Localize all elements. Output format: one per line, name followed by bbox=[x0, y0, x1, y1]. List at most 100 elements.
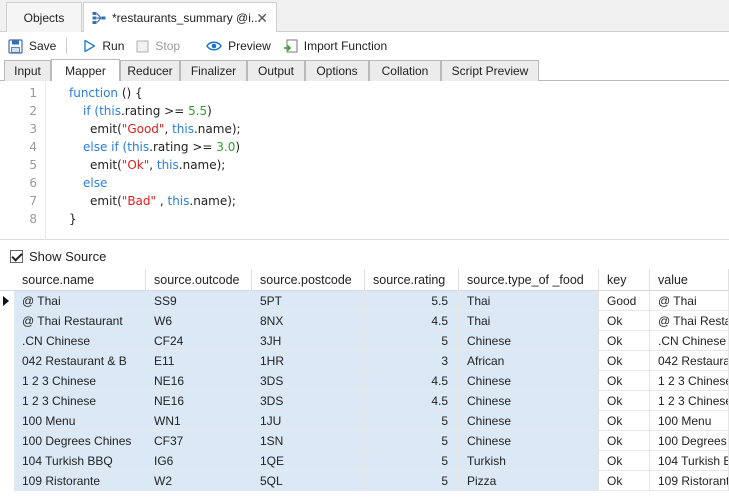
source-name-cell[interactable]: @ Thai Restaurant bbox=[14, 311, 146, 331]
row-indicator[interactable] bbox=[0, 291, 11, 311]
source-outcode-cell[interactable]: NE16 bbox=[146, 371, 252, 391]
table-row[interactable]: 042 Restaurant & B E11 1HR 3 African Ok 042 Re… bbox=[0, 351, 729, 371]
source-outcode-cell[interactable]: CF37 bbox=[146, 431, 252, 451]
source-name-cell[interactable]: 100 Degrees Chines bbox=[14, 431, 146, 451]
tab-reducer[interactable]: Reducer bbox=[120, 60, 180, 81]
key-cell[interactable]: Ok bbox=[599, 311, 650, 331]
source-postcode-cell[interactable]: 1JU bbox=[252, 411, 365, 431]
row-indicator[interactable] bbox=[0, 471, 11, 491]
tab-objects[interactable]: Objects bbox=[6, 2, 82, 32]
mapper-code-editor[interactable]: 1 2 3 4 5 6 7 8 function () { if (this.r… bbox=[0, 82, 729, 240]
close-icon[interactable]: ✕ bbox=[256, 10, 268, 27]
table-row[interactable]: @ Thai SS9 5PT 5.5 Thai Good @ Thai bbox=[0, 291, 729, 311]
table-row[interactable]: .CN Chinese CF24 3JH 5 Chinese Ok .CN Chinese bbox=[0, 331, 729, 351]
source-outcode-cell[interactable]: CF24 bbox=[146, 331, 252, 351]
table-row[interactable]: 1 2 3 Chinese NE16 3DS 4.5 Chinese Ok 1 2 3 Ch… bbox=[0, 391, 729, 411]
source-name-cell[interactable]: .CN Chinese bbox=[14, 331, 146, 351]
checkbox-checked-icon[interactable] bbox=[10, 249, 23, 263]
source-outcode-cell[interactable]: NE16 bbox=[146, 391, 252, 411]
key-cell[interactable]: Good bbox=[599, 291, 650, 311]
column-header[interactable]: source.rating bbox=[365, 269, 459, 291]
tab-script-preview[interactable]: Script Preview bbox=[441, 60, 539, 81]
row-indicator[interactable] bbox=[0, 351, 11, 371]
source-name-cell[interactable]: 1 2 3 Chinese bbox=[14, 371, 146, 391]
column-header[interactable]: source.name bbox=[14, 269, 146, 291]
row-indicator[interactable] bbox=[0, 391, 11, 411]
value-cell[interactable]: 104 Turkish BBQ bbox=[650, 451, 729, 471]
row-indicator[interactable] bbox=[0, 431, 11, 451]
tab-collation[interactable]: Collation bbox=[369, 60, 441, 81]
source-rating-cell[interactable]: 5.5 bbox=[365, 291, 459, 311]
table-row[interactable]: 100 Degrees Chines CF37 1SN 5 Chinese Ok 100 D… bbox=[0, 431, 729, 451]
table-row[interactable]: 104 Turkish BBQ IG6 1QE 5 Turkish Ok 104 Turki… bbox=[0, 451, 729, 471]
key-cell[interactable]: Ok bbox=[599, 411, 650, 431]
value-cell[interactable]: .CN Chinese bbox=[650, 331, 729, 351]
tab-finalizer[interactable]: Finalizer bbox=[180, 60, 247, 81]
key-cell[interactable]: Ok bbox=[599, 351, 650, 371]
source-rating-cell[interactable]: 4.5 bbox=[365, 311, 459, 331]
source-rating-cell[interactable]: 5 bbox=[365, 451, 459, 471]
table-row[interactable]: @ Thai Restaurant W6 8NX 4.5 Thai Ok @ Thai Re… bbox=[0, 311, 729, 331]
source-rating-cell[interactable]: 3 bbox=[365, 351, 459, 371]
value-cell[interactable]: 042 Restaurant & B bbox=[650, 351, 729, 371]
source-outcode-cell[interactable]: W2 bbox=[146, 471, 252, 491]
source-rating-cell[interactable]: 5 bbox=[365, 411, 459, 431]
row-indicator[interactable] bbox=[0, 331, 11, 351]
column-header[interactable]: value bbox=[650, 269, 729, 291]
source-outcode-cell[interactable]: W6 bbox=[146, 311, 252, 331]
source-name-cell[interactable]: 1 2 3 Chinese bbox=[14, 391, 146, 411]
source-postcode-cell[interactable]: 1QE bbox=[252, 451, 365, 471]
source-rating-cell[interactable]: 4.5 bbox=[365, 371, 459, 391]
column-header[interactable]: source.postcode bbox=[252, 269, 365, 291]
value-cell[interactable]: 1 2 3 Chinese bbox=[650, 391, 729, 411]
preview-button[interactable]: Preview bbox=[200, 35, 277, 57]
key-cell[interactable]: Ok bbox=[599, 391, 650, 411]
column-header[interactable]: source.outcode bbox=[146, 269, 252, 291]
show-source-checkbox[interactable]: Show Source bbox=[10, 248, 106, 264]
source-type-of-food-cell[interactable]: Chinese bbox=[459, 391, 599, 411]
source-postcode-cell[interactable]: 8NX bbox=[252, 311, 365, 331]
row-indicator[interactable] bbox=[0, 411, 11, 431]
table-row[interactable]: 109 Ristorante W2 5QL 5 Pizza Ok 109 Ristorant… bbox=[0, 471, 729, 491]
column-header[interactable]: key bbox=[599, 269, 650, 291]
source-type-of-food-cell[interactable]: Chinese bbox=[459, 331, 599, 351]
source-type-of-food-cell[interactable]: Thai bbox=[459, 311, 599, 331]
source-type-of-food-cell[interactable]: Turkish bbox=[459, 451, 599, 471]
source-type-of-food-cell[interactable]: Thai bbox=[459, 291, 599, 311]
source-rating-cell[interactable]: 4.5 bbox=[365, 391, 459, 411]
value-cell[interactable]: 100 Menu bbox=[650, 411, 729, 431]
source-name-cell[interactable]: 100 Menu bbox=[14, 411, 146, 431]
source-name-cell[interactable]: 042 Restaurant & B bbox=[14, 351, 146, 371]
key-cell[interactable]: Ok bbox=[599, 371, 650, 391]
import-function-button[interactable]: Import Function bbox=[277, 35, 393, 57]
column-header[interactable]: source.type_of _food bbox=[459, 269, 599, 291]
source-type-of-food-cell[interactable]: Chinese bbox=[459, 371, 599, 391]
value-cell[interactable]: 109 Ristorante bbox=[650, 471, 729, 491]
source-rating-cell[interactable]: 5 bbox=[365, 331, 459, 351]
value-cell[interactable]: @ Thai bbox=[650, 291, 729, 311]
source-rating-cell[interactable]: 5 bbox=[365, 431, 459, 451]
source-type-of-food-cell[interactable]: Chinese bbox=[459, 431, 599, 451]
source-postcode-cell[interactable]: 5QL bbox=[252, 471, 365, 491]
value-cell[interactable]: 1 2 3 Chinese bbox=[650, 371, 729, 391]
row-indicator[interactable] bbox=[0, 371, 11, 391]
source-postcode-cell[interactable]: 1HR bbox=[252, 351, 365, 371]
source-type-of-food-cell[interactable]: Chinese bbox=[459, 411, 599, 431]
source-outcode-cell[interactable]: SS9 bbox=[146, 291, 252, 311]
tab-input[interactable]: Input bbox=[4, 60, 51, 81]
source-postcode-cell[interactable]: 5PT bbox=[252, 291, 365, 311]
tab-restaurants-summary[interactable]: *restaurants_summary @i... ✕ bbox=[83, 2, 277, 32]
tab-mapper[interactable]: Mapper bbox=[51, 59, 120, 81]
source-postcode-cell[interactable]: 3DS bbox=[252, 391, 365, 411]
key-cell[interactable]: Ok bbox=[599, 431, 650, 451]
table-row[interactable]: 1 2 3 Chinese NE16 3DS 4.5 Chinese Ok 1 2 3 Ch… bbox=[0, 371, 729, 391]
key-cell[interactable]: Ok bbox=[599, 451, 650, 471]
value-cell[interactable]: @ Thai Restaurant bbox=[650, 311, 729, 331]
source-name-cell[interactable]: 109 Ristorante bbox=[14, 471, 146, 491]
source-name-cell[interactable]: @ Thai bbox=[14, 291, 146, 311]
source-outcode-cell[interactable]: IG6 bbox=[146, 451, 252, 471]
source-rating-cell[interactable]: 5 bbox=[365, 471, 459, 491]
source-type-of-food-cell[interactable]: Pizza bbox=[459, 471, 599, 491]
run-button[interactable]: Run bbox=[77, 35, 130, 57]
source-postcode-cell[interactable]: 3DS bbox=[252, 371, 365, 391]
